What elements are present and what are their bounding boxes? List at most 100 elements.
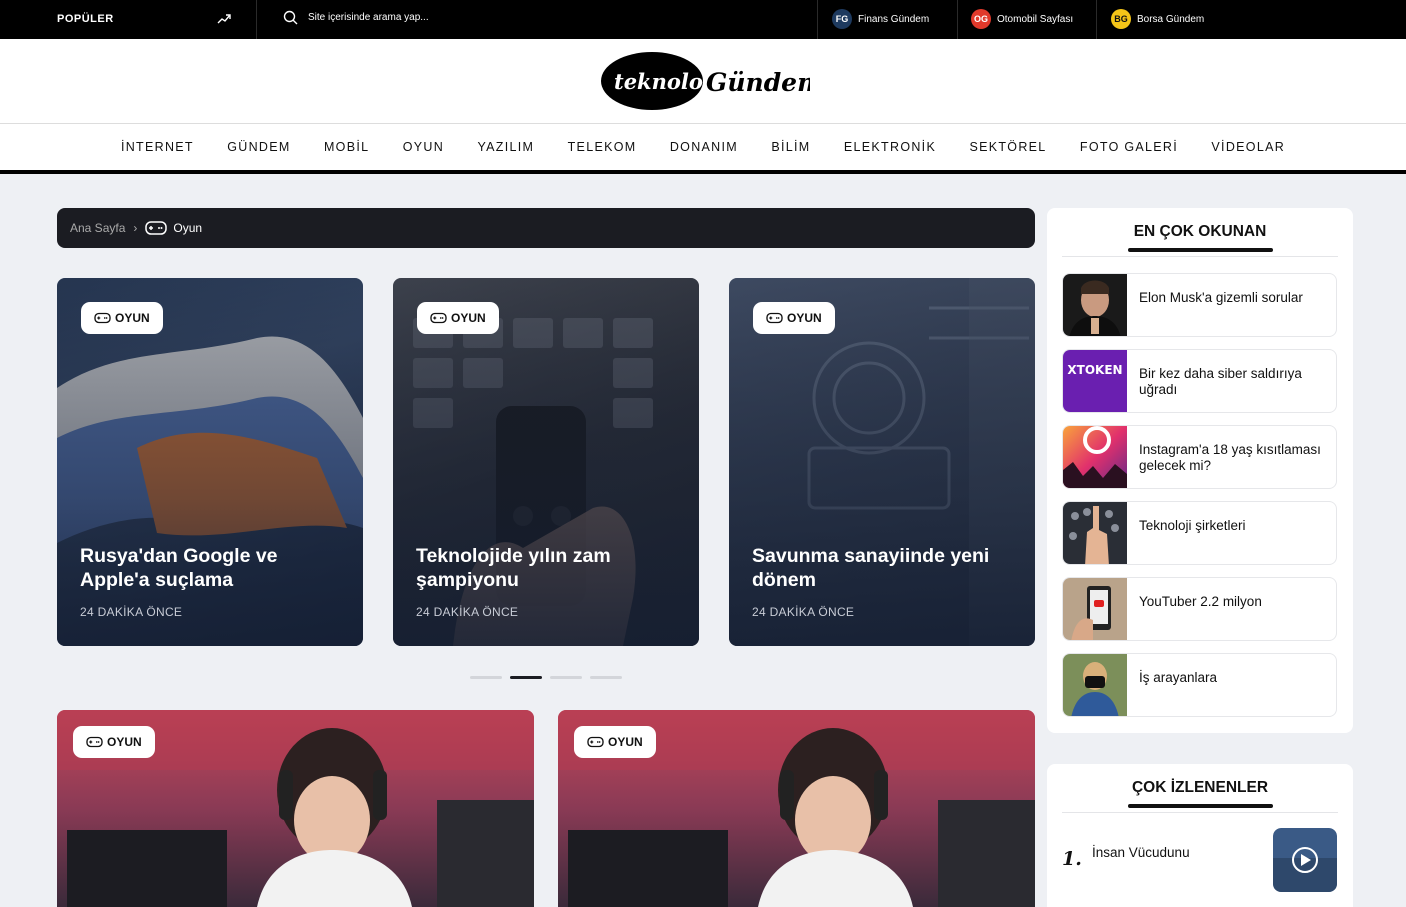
slider-card[interactable]: OYUN Savunma sanayiinde yeni dönem 24 DA… (729, 278, 1035, 646)
thumbnail (1063, 578, 1127, 640)
slider-card[interactable]: OYUN Rusya'dan Google ve Apple'a suçlama… (57, 278, 363, 646)
category-badge[interactable]: OYUN (574, 726, 656, 758)
popular-label[interactable]: POPÜLER (57, 13, 114, 25)
logo-text-2: Gündem (706, 68, 810, 97)
nav-mobil[interactable]: MOBİL (324, 140, 369, 154)
category-label: OYUN (787, 311, 822, 325)
item-title: Elon Musk'a gizemli sorular (1139, 290, 1303, 305)
most-read-widget: EN ÇOK OKUNAN Elon Musk'a gizemli sorula… (1047, 208, 1353, 733)
main-nav: İNTERNET GÜNDEM MOBİL OYUN YAZILIM TELEK… (0, 124, 1406, 174)
category-badge[interactable]: OYUN (753, 302, 835, 334)
link-label: Finans Gündem (858, 13, 930, 25)
finans-badge-icon: FG (832, 9, 852, 29)
article-card[interactable]: OYUN (558, 710, 1035, 907)
link-borsa-gundem[interactable]: BG Borsa Gündem (1111, 9, 1204, 29)
slider-dot[interactable] (590, 676, 622, 679)
nav-telekom[interactable]: TELEKOM (568, 140, 637, 154)
gamepad-icon (766, 312, 783, 324)
article-time: 24 DAKİKA ÖNCE (752, 605, 855, 619)
gamepad-icon (86, 736, 103, 748)
gamepad-icon (94, 312, 111, 324)
article-card[interactable]: OYUN (57, 710, 534, 907)
slider-card[interactable]: OYUN Teknolojide yılın zam şampiyonu 24 … (393, 278, 699, 646)
thumb-text: XTOKEN (1067, 363, 1122, 377)
article-title[interactable]: Savunma sanayiinde yeni dönem (752, 544, 1022, 592)
nav-sektorel[interactable]: SEKTÖREL (969, 140, 1046, 154)
thumbnail (1063, 274, 1127, 336)
chevron-right-icon: › (133, 221, 138, 235)
category-label: OYUN (107, 735, 142, 749)
item-title[interactable]: İnsan Vücudunu (1092, 845, 1190, 860)
slider-dot[interactable] (470, 676, 502, 679)
link-finans-gundem[interactable]: FG Finans Gündem (832, 9, 929, 29)
slider-pagination (470, 676, 622, 679)
logo-text-1: teknoloji (614, 69, 718, 94)
trending-icon[interactable] (217, 12, 231, 30)
nav-donanim[interactable]: DONANIM (670, 140, 738, 154)
widget-title: ÇOK İZLENENLER (1131, 779, 1269, 796)
item-title: YouTuber 2.2 milyon (1139, 594, 1262, 609)
rank-number: 1. (1062, 848, 1082, 870)
category-label: OYUN (451, 311, 486, 325)
item-title: Bir kez daha siber saldırıya uğradı (1139, 366, 1302, 397)
divider (1062, 256, 1338, 257)
search-icon (283, 10, 298, 25)
widget-title: EN ÇOK OKUNAN (1133, 223, 1267, 240)
nav-foto-galeri[interactable]: FOTO GALERİ (1080, 140, 1178, 154)
link-otomobil-sayfasi[interactable]: OG Otomobil Sayfası (971, 9, 1073, 29)
breadcrumb-current: Oyun (173, 221, 203, 235)
list-item[interactable]: Elon Musk'a gizemli sorular (1062, 273, 1337, 337)
gamepad-icon (145, 221, 168, 235)
category-badge[interactable]: OYUN (81, 302, 163, 334)
item-title: Teknoloji şirketleri (1139, 518, 1246, 533)
slider-dot[interactable] (550, 676, 582, 679)
borsa-badge-icon: BG (1111, 9, 1131, 29)
list-item[interactable]: Teknoloji şirketleri (1062, 501, 1337, 565)
list-item[interactable]: Instagram'a 18 yaş kısıtlaması gelecek m… (1062, 425, 1337, 489)
site-logo[interactable]: teknoloji Gündem (600, 47, 824, 118)
nav-bilim[interactable]: BİLİM (771, 140, 810, 154)
category-label: OYUN (115, 311, 150, 325)
thumbnail (1063, 502, 1127, 564)
video-thumbnail[interactable] (1273, 828, 1337, 892)
breadcrumb-home[interactable]: Ana Sayfa (70, 221, 125, 235)
category-badge[interactable]: OYUN (417, 302, 499, 334)
nav-yazilim[interactable]: YAZILIM (477, 140, 534, 154)
divider (1096, 0, 1097, 39)
list-item[interactable]: YouTuber 2.2 milyon (1062, 577, 1337, 641)
site-header: teknoloji Gündem (0, 39, 1406, 124)
thumbnail (1063, 426, 1127, 488)
divider (957, 0, 958, 39)
title-underline (1127, 804, 1273, 808)
gamepad-icon (430, 312, 447, 324)
nav-internet[interactable]: İNTERNET (121, 140, 194, 154)
otomobil-badge-icon: OG (971, 9, 991, 29)
slider-dot-active[interactable] (510, 676, 542, 679)
link-label: Otomobil Sayfası (997, 13, 1074, 25)
top-bar: POPÜLER Site içerisinde arama yap... FG … (0, 0, 1406, 39)
nav-oyun[interactable]: OYUN (403, 140, 444, 154)
divider (256, 0, 257, 39)
list-item[interactable]: İş arayanlara (1062, 653, 1337, 717)
list-item[interactable]: XTOKEN Bir kez daha siber saldırıya uğra… (1062, 349, 1337, 413)
item-title: İş arayanlara (1139, 670, 1218, 685)
category-badge[interactable]: OYUN (73, 726, 155, 758)
thumbnail: XTOKEN (1063, 350, 1127, 412)
category-label: OYUN (608, 735, 643, 749)
breadcrumb: Ana Sayfa › Oyun (57, 208, 1035, 248)
title-underline (1127, 248, 1273, 252)
nav-videolar[interactable]: VİDEOLAR (1211, 140, 1285, 154)
link-label: Borsa Gündem (1137, 13, 1205, 25)
article-time: 24 DAKİKA ÖNCE (80, 605, 183, 619)
article-time: 24 DAKİKA ÖNCE (416, 605, 519, 619)
item-title: Instagram'a 18 yaş kısıtlaması gelecek m… (1139, 442, 1321, 473)
article-title[interactable]: Teknolojide yılın zam şampiyonu (416, 544, 686, 592)
most-watched-widget: ÇOK İZLENENLER 1. İnsan Vücudunu (1047, 764, 1353, 907)
divider (1062, 812, 1338, 813)
gamepad-icon (587, 736, 604, 748)
nav-gundem[interactable]: GÜNDEM (227, 140, 290, 154)
thumbnail (1063, 654, 1127, 716)
nav-elektronik[interactable]: ELEKTRONİK (844, 140, 936, 154)
search-input[interactable]: Site içerisinde arama yap... (283, 10, 429, 25)
article-title[interactable]: Rusya'dan Google ve Apple'a suçlama (80, 544, 350, 592)
